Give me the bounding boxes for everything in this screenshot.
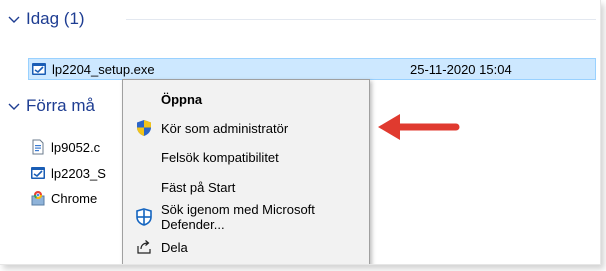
defender-shield-icon xyxy=(136,208,152,226)
menu-item-run-as-admin[interactable]: Kör som administratör xyxy=(123,114,369,142)
menu-item-pin-to-start[interactable]: Fäst på Start xyxy=(123,173,369,201)
menu-item-label: Fäst på Start xyxy=(161,179,236,195)
group-divider-today xyxy=(0,6,600,32)
group-header-earlier[interactable]: Förra må xyxy=(6,93,95,119)
menu-item-share[interactable]: Dela xyxy=(123,233,369,261)
share-icon xyxy=(137,240,151,254)
menu-item-label: Sök igenom med Microsoft Defender... xyxy=(161,202,315,232)
menu-item-label: Öppna xyxy=(161,91,203,107)
file-row[interactable]: lp9052.c xyxy=(30,136,100,158)
file-name: lp2203_S xyxy=(51,165,106,181)
setup-exe-icon xyxy=(31,167,45,179)
file-row[interactable]: Chrome xyxy=(30,187,97,209)
file-name: lp9052.c xyxy=(51,139,101,155)
chrome-installer-icon xyxy=(31,191,45,206)
menu-item-label: Dela xyxy=(161,239,188,255)
file-row-selected[interactable]: lp2204_setup.exe 25-11-2020 15:04 xyxy=(28,58,596,80)
file-name: Chrome xyxy=(51,190,98,206)
menu-item-open[interactable]: Öppna xyxy=(123,85,369,113)
red-arrow-annotation xyxy=(378,114,460,140)
setup-exe-icon xyxy=(32,63,46,75)
file-row[interactable]: lp2203_S xyxy=(30,162,106,184)
menu-item-label: Felsök kompatibilitet xyxy=(161,149,279,165)
file-explorer-view: Idag (1) lp2204_setup.exe 25-11-2020 15:… xyxy=(0,0,601,265)
uac-shield-icon xyxy=(137,120,151,136)
group-label-today: Idag (1) xyxy=(26,9,85,28)
file-name: lp2204_setup.exe xyxy=(52,61,155,77)
chevron-down-icon xyxy=(8,16,20,23)
group-label-earlier: Förra må xyxy=(26,96,95,115)
file-date: 25-11-2020 15:04 xyxy=(410,61,512,77)
chevron-down-icon xyxy=(8,103,20,110)
document-icon xyxy=(32,139,44,155)
context-menu: Öppna Kör som administratör Felsök kompa… xyxy=(122,79,370,264)
menu-item-label: Kör som administratör xyxy=(161,120,289,136)
group-header-today[interactable]: Idag (1) xyxy=(6,6,85,32)
menu-item-troubleshoot[interactable]: Felsök kompatibilitet xyxy=(123,143,369,171)
menu-item-scan-defender[interactable]: Sök igenom med Microsoft Defender... xyxy=(123,202,369,232)
